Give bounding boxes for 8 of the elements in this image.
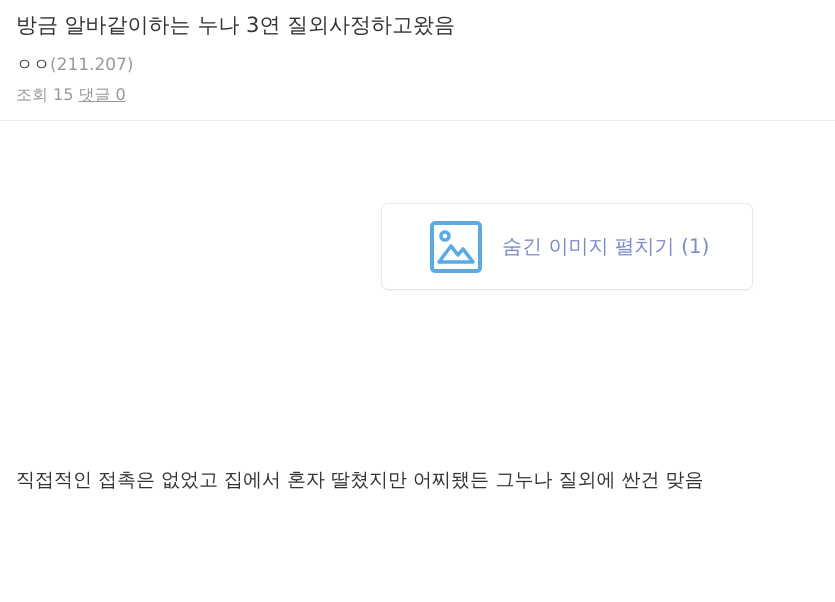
- view-count: 조회 15: [16, 84, 74, 106]
- comments-link[interactable]: 댓글 0: [78, 84, 126, 106]
- author-ip: (211.207): [50, 54, 134, 77]
- image-icon: [430, 220, 482, 272]
- author-nickname: ㅇㅇ: [16, 54, 50, 77]
- post-body-text: 직접적인 접촉은 없었고 집에서 혼자 딸쳤지만 어찌됐든 그누나 질외에 싼건 맞음: [16, 468, 704, 493]
- show-hidden-images-button[interactable]: 숨긴 이미지 펼치기 (1): [381, 203, 753, 290]
- post-title: 방금 알바같이하는 누나 3연 질외사정하고왔음: [16, 12, 456, 39]
